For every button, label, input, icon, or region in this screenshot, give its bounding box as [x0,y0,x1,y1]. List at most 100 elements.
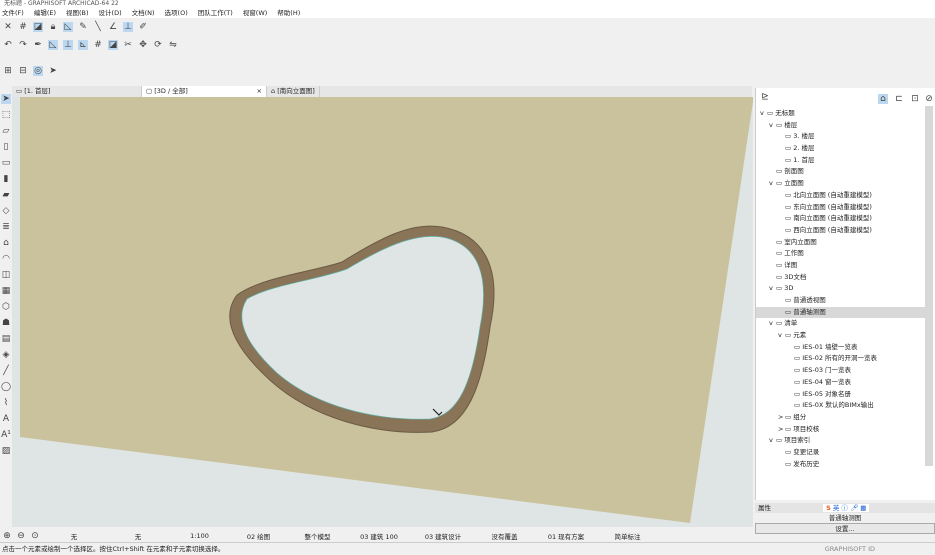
cross-icon[interactable]: ✕ [3,22,13,32]
expand-toggle-icon[interactable]: v [778,330,785,342]
snap-guide-icon[interactable]: ⊥ [63,39,73,50]
menu-item[interactable]: 编辑(E) [34,8,56,18]
menu-item[interactable]: 团队工作(T) [198,8,233,18]
publisher-icon[interactable]: ⊘ [924,94,934,104]
override-selector[interactable]: 没有覆盖 [477,531,532,541]
tree-item[interactable]: ▭ 1. 首层 [756,155,926,167]
snap-icon[interactable]: ◪ [33,21,43,32]
tree-item[interactable]: v ▭ 无标题 [756,108,926,120]
level-icon[interactable]: ⊥ [123,21,133,32]
polyline-tool-icon[interactable]: ⌇ [1,398,11,408]
pen-set-selector[interactable]: 03 建筑 100 [349,531,409,541]
3d-orbit-icon[interactable]: ◎ [33,65,43,76]
fit-icon[interactable]: ⊙ [30,531,40,541]
menu-item[interactable]: 设计(D) [99,8,122,18]
tree-item[interactable]: ▭ IES-0X 默认的BIMx输出 [756,400,926,412]
expand-toggle-icon[interactable]: v [769,283,776,295]
label-tool-icon[interactable]: A¹ [1,430,11,440]
dimension-selector[interactable]: 简单标注 [600,531,655,541]
zoom-in-icon[interactable]: ⊕ [2,531,12,541]
tree-item[interactable]: ▭ 2. 楼层 [756,143,926,155]
wall-tool-icon[interactable]: ▱ [1,126,11,136]
eyedropper-icon[interactable]: ✒ [33,40,43,50]
tree-item[interactable]: v ▭ 3D [756,283,926,295]
guide-icon[interactable]: ◺ [63,21,73,32]
arrow-tool-icon[interactable]: ➤ [1,94,11,104]
move-icon[interactable]: ✥ [138,40,148,50]
expand-toggle-icon[interactable]: v [769,120,776,132]
tree-item[interactable]: v ▭ 清单 [756,318,926,330]
tree-item[interactable]: ▭ 东向立面图 (自动重建模型) [756,202,926,214]
project-map-icon[interactable]: ⌂ [878,94,888,104]
angle-icon[interactable]: ∠ [108,22,118,32]
section-view-icon[interactable]: ⊟ [18,66,28,76]
expand-toggle-icon[interactable]: > [778,424,785,436]
grid-snap-icon[interactable]: # [93,40,103,50]
menu-item[interactable]: 视窗(W) [243,8,268,18]
tree-item[interactable]: ▭ 普通轴测图 [756,306,926,319]
tree-item[interactable]: v ▭ 立面图 [756,178,926,190]
tree-item[interactable]: ▭ 室内立面图 [756,237,926,249]
expand-toggle-icon[interactable]: v [769,435,776,447]
rotate-icon[interactable]: ⟳ [153,40,163,50]
tree-item[interactable]: ▭ 3D文档 [756,272,926,284]
renovation-selector[interactable]: 01 现有方案 [536,531,596,541]
tree-item[interactable]: v ▭ 项目索引 [756,435,926,447]
paint-icon[interactable]: ✐ [138,22,148,32]
marquee-tool-icon[interactable]: ⬚ [1,110,11,120]
menu-item[interactable]: 文件(F) [2,8,24,18]
tree-item[interactable]: > ▭ 组分 [756,412,926,424]
expand-toggle-icon[interactable]: > [778,412,785,424]
tree-item[interactable]: v ▭ 楼层 [756,120,926,132]
layer-selector[interactable]: 02 绘图 [231,531,286,541]
suspend-groups-icon[interactable]: ◪ [108,39,118,50]
undo-icon[interactable]: ↶ [3,40,13,50]
navigator-scrollbar[interactable] [925,106,933,466]
pencil-icon[interactable]: ✎ [78,22,88,32]
tab-floor-plan[interactable]: ▭ [1. 首层] [12,86,142,97]
graphisoft-id[interactable]: GRAPHISOFT ID [825,543,875,555]
cut-icon[interactable]: ✂ [123,40,133,50]
grid-icon[interactable]: # [18,22,28,32]
line-tool-icon[interactable]: ╱ [1,366,11,376]
zoom-out-icon[interactable]: ⊖ [16,531,26,541]
line-icon[interactable]: ╲ [93,22,103,32]
arrow-icon[interactable]: ➤ [48,66,58,76]
tree-item[interactable]: ▭ IES-02 所有的开洞一览表 [756,353,926,365]
tree-item[interactable]: ▭ IES-04 窗一览表 [756,377,926,389]
tree-item[interactable]: ▭ 变更记录 [756,447,926,459]
tree-item[interactable]: ▭ 工作图 [756,248,926,260]
window-tool-icon[interactable]: ▭ [1,158,11,168]
ime-toolbar[interactable]: S 英 ⓘ 🎤︎ ▦ [823,504,870,512]
stair-tool-icon[interactable]: ≣ [1,222,11,232]
close-icon[interactable]: × [257,86,262,97]
expand-toggle-icon[interactable]: v [769,318,776,330]
column-tool-icon[interactable]: ▮ [1,174,11,184]
curtain-wall-tool-icon[interactable]: ▦ [1,286,11,296]
tree-item[interactable]: ▭ 3. 楼层 [756,131,926,143]
tree-item[interactable]: ▭ IES-05 对象名册 [756,389,926,401]
navigator-menu-icon[interactable]: ⊵ [760,92,770,102]
arc-tool-icon[interactable]: ◯ [1,382,11,392]
tree-item[interactable]: ▭ IES-03 门一览表 [756,365,926,377]
none-selector-2[interactable]: 无 [108,531,168,541]
view-map-icon[interactable]: ⊏ [894,94,904,104]
shell-tool-icon[interactable]: ◠ [1,254,11,264]
layout-book-icon[interactable]: ⊡ [910,94,920,104]
guide-line-icon[interactable]: ◺ [48,39,58,50]
model-view-selector[interactable]: 整个模型 [290,531,345,541]
floorplan-view-icon[interactable]: ⊞ [3,66,13,76]
menu-item[interactable]: 视图(B) [66,8,89,18]
tree-item[interactable]: ▭ 剖面图 [756,166,926,178]
tree-item[interactable]: ▭ 详图 [756,260,926,272]
redo-icon[interactable]: ↷ [18,40,28,50]
mvo-selector[interactable]: 03 建筑设计 [413,531,473,541]
tree-item[interactable]: ▭ IES-01 墙壁一览表 [756,342,926,354]
mesh-tool-icon[interactable]: ◈ [1,350,11,360]
mirror-icon[interactable]: ⇋ [168,40,178,50]
expand-toggle-icon[interactable]: v [769,178,776,190]
beam-tool-icon[interactable]: ▰ [1,190,11,200]
tree-item[interactable]: > ▭ 项目校核 [756,424,926,436]
door-tool-icon[interactable]: ▯ [1,142,11,152]
tree-item[interactable]: ▭ 南向立面图 (自动重建模型) [756,213,926,225]
